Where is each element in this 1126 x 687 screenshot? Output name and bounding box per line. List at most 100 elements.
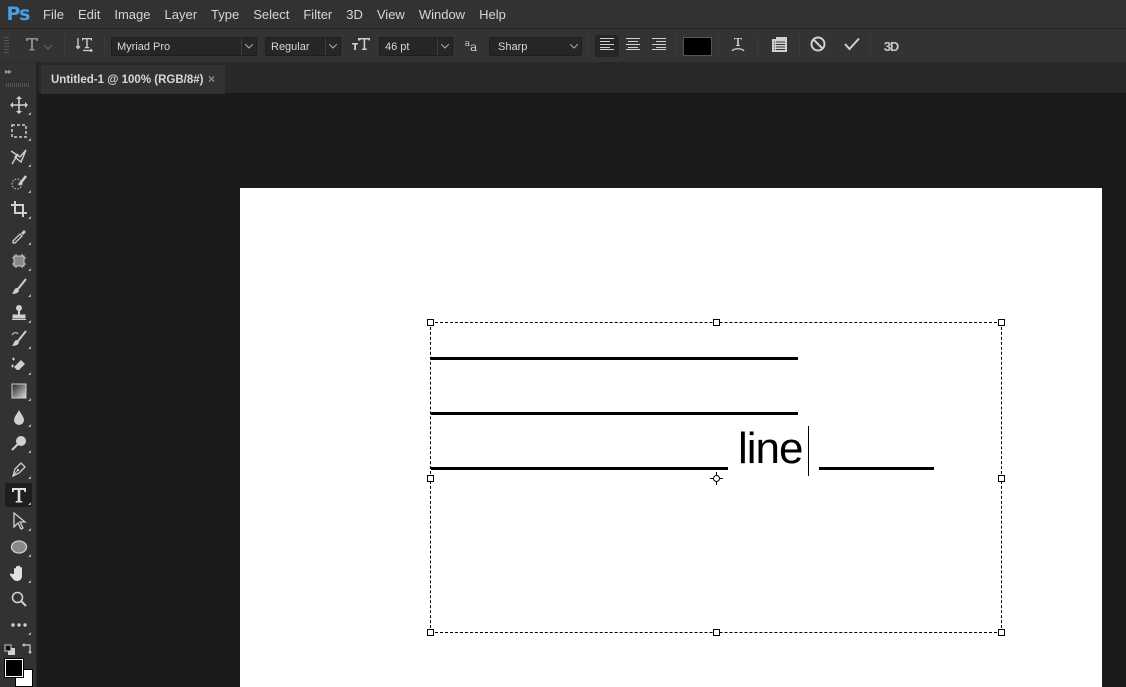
cancel-icon	[810, 36, 826, 57]
transform-handle-right[interactable]	[998, 475, 1005, 482]
crop-tool[interactable]	[5, 197, 32, 221]
blur-drop-icon	[13, 410, 24, 425]
text-color-swatch[interactable]	[683, 37, 712, 56]
text-line-1-underscores	[431, 357, 798, 360]
text-line-3-underscores-prefix	[431, 467, 728, 470]
align-right-button[interactable]	[647, 35, 671, 57]
font-style-select[interactable]: Regular	[265, 37, 341, 56]
polygonal-lasso-tool[interactable]	[5, 145, 32, 169]
menu-help[interactable]: Help	[472, 0, 513, 29]
toolbox-grip[interactable]	[6, 83, 30, 87]
font-size-value: 46 pt	[385, 40, 410, 53]
menu-image[interactable]: Image	[107, 0, 157, 29]
frame-tool[interactable]	[5, 249, 32, 273]
history-brush-tool[interactable]	[5, 327, 32, 351]
align-left-button[interactable]	[595, 35, 619, 57]
text-orientation-icon	[75, 36, 94, 57]
transform-handle-left[interactable]	[427, 475, 434, 482]
dodge-icon	[10, 436, 26, 451]
brush-tool[interactable]	[5, 275, 32, 299]
transform-handle-top[interactable]	[713, 319, 720, 326]
threed-label: 3D	[883, 38, 900, 54]
text-line-2-underscores	[431, 412, 798, 415]
frame-icon	[11, 254, 26, 268]
swap-colors-button[interactable]	[21, 642, 33, 654]
commit-checkmark-icon	[844, 37, 860, 56]
transform-handle-bottom[interactable]	[713, 629, 720, 636]
close-tab-icon[interactable]: ×	[208, 72, 215, 86]
collapse-toolbox-icon[interactable]: ▸▸	[5, 67, 12, 76]
hand-tool[interactable]	[5, 561, 32, 585]
menu-view[interactable]: View	[370, 0, 412, 29]
font-family-select[interactable]: Myriad Pro	[111, 37, 257, 56]
default-colors-button[interactable]	[4, 643, 16, 655]
dodge-tool[interactable]	[5, 431, 32, 455]
more-dots-icon	[10, 623, 27, 627]
menu-window[interactable]: Window	[412, 0, 472, 29]
move-icon	[9, 96, 28, 114]
document-tab-title: Untitled-1 @ 100% (RGB/8#)	[51, 73, 204, 86]
menu-layer[interactable]: Layer	[158, 0, 205, 29]
separator	[757, 34, 758, 58]
warp-text-button[interactable]	[726, 29, 750, 63]
options-bar: Myriad Pro Regular 46 pt aa Sharp 3D	[0, 29, 1126, 63]
commit-edits-button[interactable]	[839, 29, 865, 63]
foreground-color-swatch[interactable]	[5, 659, 23, 677]
type-tool[interactable]	[5, 483, 32, 507]
menu-type[interactable]: Type	[204, 0, 246, 29]
transform-handle-top-left[interactable]	[427, 319, 434, 326]
type-tool-icon	[24, 36, 40, 57]
tool-preset-picker[interactable]	[18, 29, 58, 63]
toolbox: ▸▸	[0, 63, 37, 687]
menu-filter[interactable]: Filter	[296, 0, 339, 29]
marquee-icon	[10, 124, 27, 138]
edit-toolbar-button[interactable]	[5, 613, 32, 637]
menu-select[interactable]: Select	[246, 0, 296, 29]
font-size-select[interactable]: 46 pt	[379, 37, 453, 56]
cancel-edits-button[interactable]	[806, 29, 830, 63]
hand-icon	[9, 565, 22, 581]
menu-3d[interactable]: 3D	[339, 0, 370, 29]
magnifier-icon	[11, 591, 27, 607]
ellipse-tool[interactable]	[5, 535, 32, 559]
transform-handle-bottom-right[interactable]	[998, 629, 1005, 636]
antialias-select[interactable]: Sharp	[489, 37, 582, 56]
toggle-character-panels-button[interactable]	[766, 29, 792, 63]
align-center-button[interactable]	[621, 35, 645, 57]
warp-text-icon	[730, 36, 746, 57]
chevron-down-icon	[437, 38, 452, 55]
transform-handle-bottom-left[interactable]	[427, 629, 434, 636]
create-3d-button[interactable]: 3D	[878, 29, 904, 63]
pen-tool[interactable]	[5, 457, 32, 481]
menu-file[interactable]: File	[36, 0, 71, 29]
eyedropper-tool[interactable]	[5, 223, 32, 247]
move-tool[interactable]	[5, 93, 32, 117]
separator	[104, 34, 105, 58]
document-tab-bar: Untitled-1 @ 100% (RGB/8#) ×	[38, 63, 1126, 94]
clone-stamp-tool[interactable]	[5, 301, 32, 325]
brush-icon	[11, 278, 27, 294]
gradient-tool[interactable]	[5, 379, 32, 403]
pen-icon	[11, 462, 26, 478]
blur-tool[interactable]	[5, 405, 32, 429]
zoom-tool[interactable]	[5, 587, 32, 611]
lasso-icon	[10, 149, 27, 165]
quick-selection-tool[interactable]	[5, 171, 32, 195]
document-tab[interactable]: Untitled-1 @ 100% (RGB/8#) ×	[41, 65, 225, 94]
eraser-icon	[10, 357, 25, 370]
transform-handle-top-right[interactable]	[998, 319, 1005, 326]
chevron-down-icon	[566, 38, 581, 55]
font-style-value: Regular	[271, 40, 310, 53]
typed-word: line	[738, 424, 803, 473]
eraser-tool[interactable]	[5, 353, 32, 377]
quick-selection-icon	[11, 175, 27, 190]
gradient-icon	[11, 383, 26, 399]
options-bar-grip[interactable]	[4, 37, 9, 55]
stamp-icon	[11, 305, 26, 320]
menu-edit[interactable]: Edit	[71, 0, 107, 29]
path-selection-tool[interactable]	[5, 509, 32, 533]
reference-point-icon[interactable]	[710, 472, 723, 485]
rectangular-marquee-tool[interactable]	[5, 119, 32, 143]
text-orientation-toggle[interactable]	[72, 29, 98, 63]
align-center-icon	[626, 37, 640, 55]
